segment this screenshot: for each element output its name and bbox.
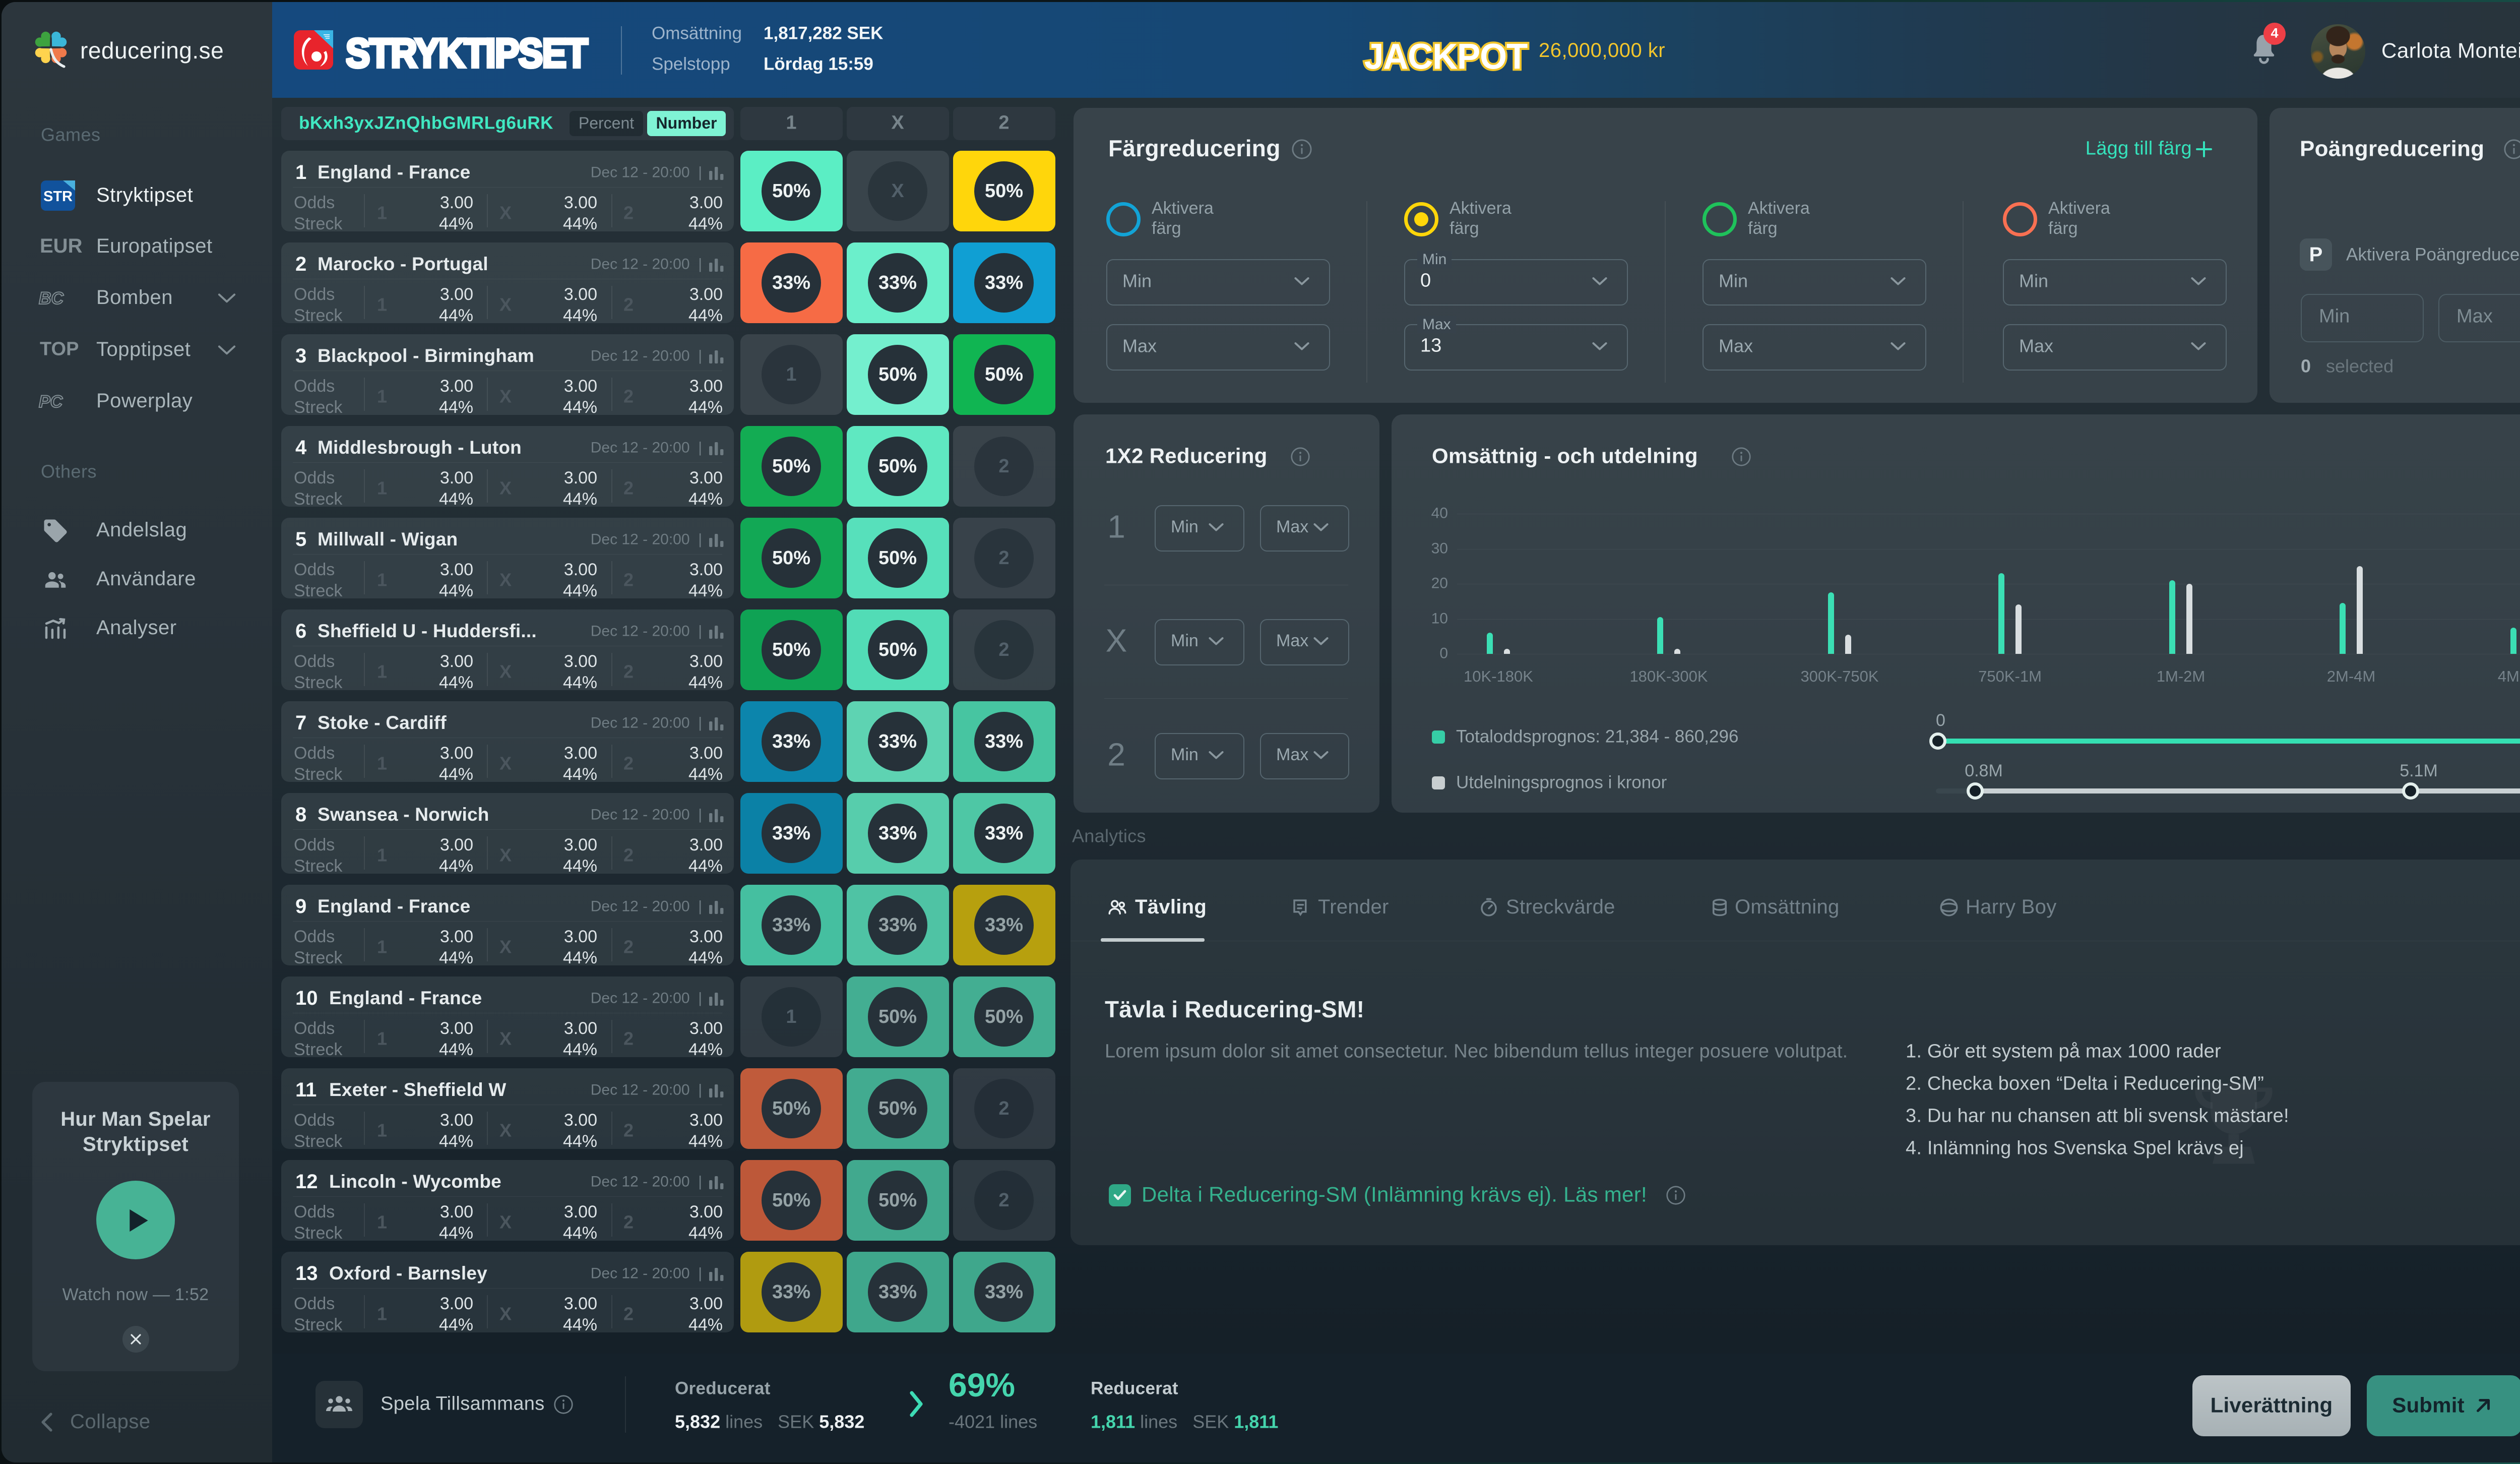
svg-text:JACKPOT: JACKPOT bbox=[1364, 36, 1528, 76]
svg-text:PC: PC bbox=[39, 392, 63, 411]
svg-text:BC: BC bbox=[39, 289, 64, 308]
svg-text:STR: STR bbox=[43, 189, 73, 205]
svg-text:STRYKTIPSET: STRYKTIPSET bbox=[346, 31, 588, 76]
